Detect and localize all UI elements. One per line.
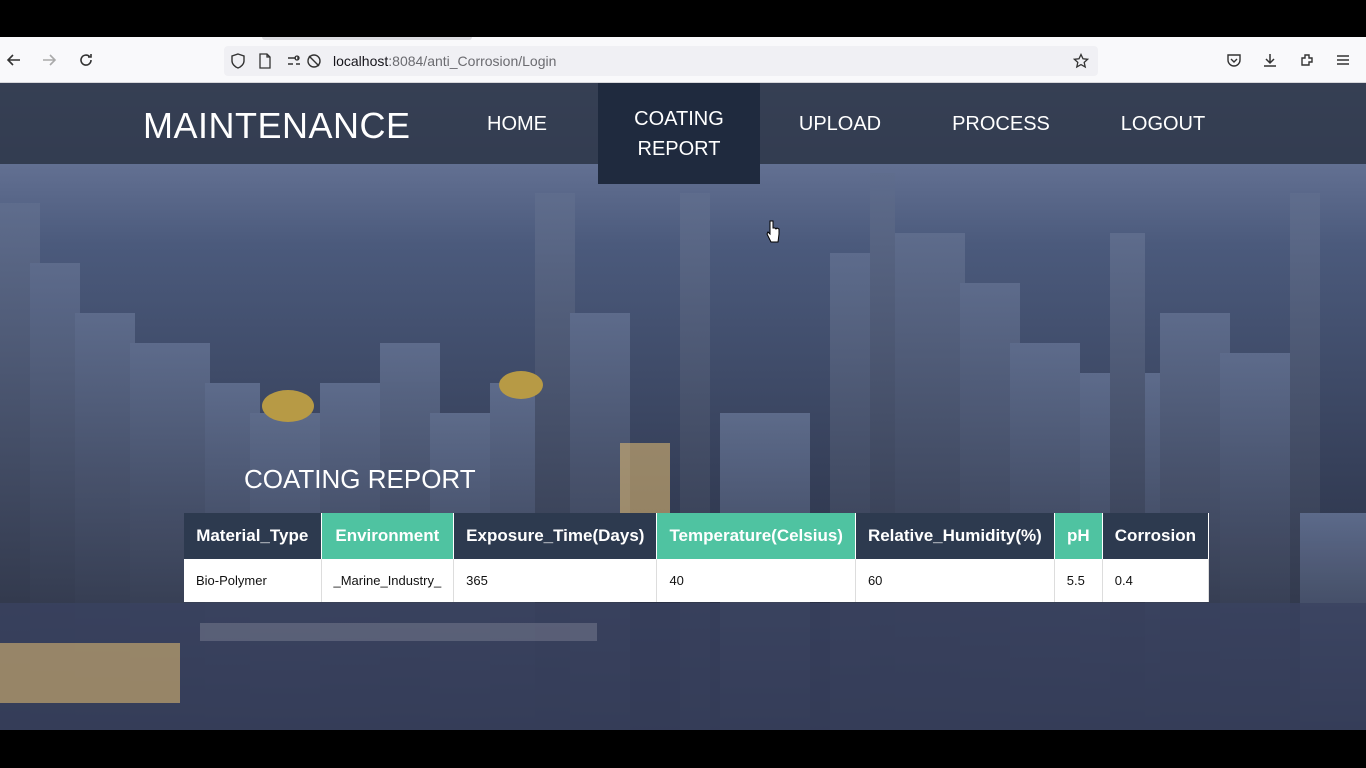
url-path: :8084/anti_Corrosion/Login bbox=[388, 53, 557, 69]
pocket-icon[interactable] bbox=[1223, 49, 1245, 71]
nav-coating-report-line1: COATING bbox=[634, 107, 724, 130]
menu-icon[interactable] bbox=[1332, 49, 1354, 71]
coating-report-table: Material_Type Environment Exposure_Time(… bbox=[184, 513, 1210, 602]
browser-toolbar: localhost:8084/anti_Corrosion/Login bbox=[0, 37, 1366, 83]
cell-corrosion: 0.4 bbox=[1102, 559, 1210, 602]
page-viewport: MAINTENANCE HOME COATING REPORT UPLOAD P… bbox=[0, 83, 1366, 730]
screen-top-border bbox=[0, 0, 1366, 37]
cell-temperature: 40 bbox=[656, 559, 856, 602]
screen-bottom-border bbox=[0, 730, 1366, 768]
col-corrosion: Corrosion bbox=[1102, 513, 1210, 559]
extensions-icon[interactable] bbox=[1296, 49, 1318, 71]
nav-process[interactable]: PROCESS bbox=[920, 83, 1082, 164]
url-text[interactable]: localhost:8084/anti_Corrosion/Login bbox=[333, 53, 556, 69]
table-row: Bio-Polymer _Marine_Industry_ 365 40 60 … bbox=[184, 559, 1210, 602]
address-bar[interactable]: localhost:8084/anti_Corrosion/Login bbox=[224, 46, 1098, 76]
nav-coating-report[interactable]: COATING REPORT bbox=[598, 83, 760, 184]
page-icon bbox=[256, 52, 274, 70]
nav-coating-report-line2: REPORT bbox=[637, 137, 721, 160]
tracking-off-icon[interactable] bbox=[305, 52, 323, 70]
shield-icon[interactable] bbox=[229, 52, 247, 70]
bookmark-star-icon[interactable] bbox=[1072, 52, 1090, 70]
cell-environment: _Marine_Industry_ bbox=[321, 559, 455, 602]
url-host: localhost bbox=[333, 53, 389, 69]
col-temperature: Temperature(Celsius) bbox=[656, 513, 856, 559]
report-title: COATING REPORT bbox=[244, 464, 476, 494]
cell-ph: 5.5 bbox=[1054, 559, 1103, 602]
col-relative-humidity: Relative_Humidity(%) bbox=[855, 513, 1055, 559]
tab-strip-edge bbox=[262, 37, 472, 40]
download-icon[interactable] bbox=[1259, 49, 1281, 71]
reload-icon[interactable] bbox=[75, 49, 97, 71]
brand-logo[interactable]: MAINTENANCE bbox=[143, 105, 411, 147]
cell-relative-humidity: 60 bbox=[855, 559, 1055, 602]
cell-material-type: Bio-Polymer bbox=[184, 559, 322, 602]
col-exposure-time: Exposure_Time(Days) bbox=[453, 513, 658, 559]
col-material-type: Material_Type bbox=[184, 513, 322, 559]
nav-logout[interactable]: LOGOUT bbox=[1082, 83, 1244, 164]
nav-home[interactable]: HOME bbox=[436, 83, 598, 164]
col-environment: Environment bbox=[321, 513, 455, 559]
permissions-icon[interactable] bbox=[285, 52, 303, 70]
back-icon[interactable] bbox=[3, 49, 25, 71]
top-navbar: MAINTENANCE HOME COATING REPORT UPLOAD P… bbox=[0, 83, 1366, 184]
nav-upload[interactable]: UPLOAD bbox=[760, 83, 920, 164]
mouse-cursor-icon bbox=[766, 220, 780, 243]
col-ph: pH bbox=[1054, 513, 1103, 559]
cell-exposure-time: 365 bbox=[453, 559, 658, 602]
forward-icon[interactable] bbox=[38, 49, 60, 71]
table-header-row: Material_Type Environment Exposure_Time(… bbox=[184, 513, 1210, 559]
